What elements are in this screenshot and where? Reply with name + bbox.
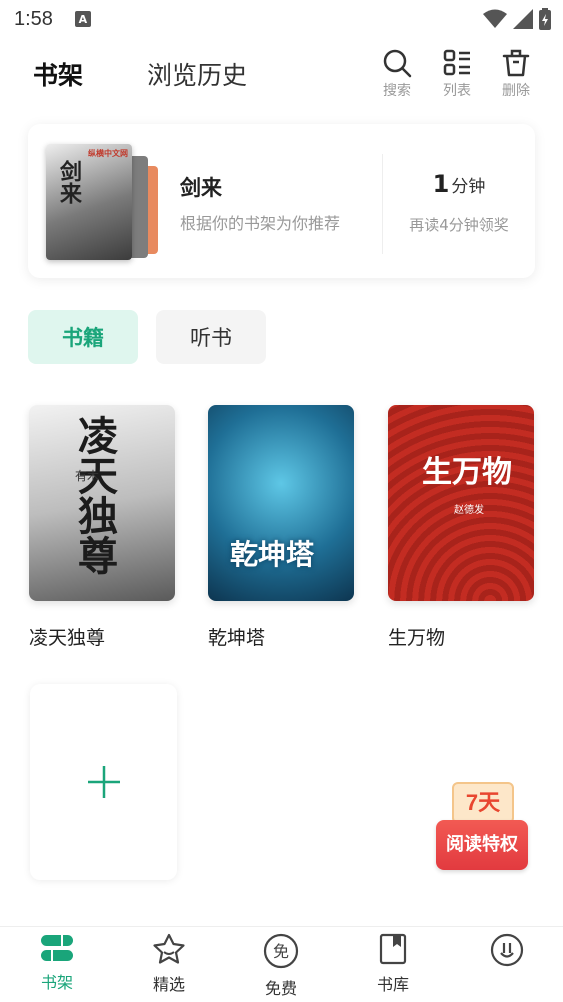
nav-bookshelf[interactable]: 书架 <box>22 933 92 993</box>
promo-days: 7天 <box>452 782 514 824</box>
book-item[interactable]: 生万物 赵德发 生万物 <box>388 405 534 650</box>
notification-badge-icon: A <box>74 11 91 27</box>
tab-bookshelf[interactable]: 书架 <box>33 56 83 92</box>
battery-icon <box>539 8 551 30</box>
reading-minutes-unit: 分钟 <box>451 177 486 197</box>
search-button[interactable]: 搜索 <box>377 48 417 100</box>
status-indicators <box>483 8 551 30</box>
tab-browse-history[interactable]: 浏览历史 <box>147 56 247 92</box>
reading-minutes: 1 <box>432 170 450 198</box>
book-title: 乾坤塔 <box>208 627 266 649</box>
trash-icon <box>502 49 530 77</box>
reading-time[interactable]: 1 分钟 <box>383 170 535 198</box>
nav-free[interactable]: 免 免费 <box>246 933 316 999</box>
book-item[interactable]: 凌天独尊 有木 凌天独尊 <box>29 405 175 650</box>
top-nav: 书架 浏览历史 搜索 列表 删除 <box>0 40 563 106</box>
book-item[interactable]: 乾坤塔 乾坤塔 <box>208 405 354 650</box>
reading-privilege-promo[interactable]: 7天 阅读特权 <box>434 776 530 874</box>
bottom-nav: 书架 精选 免 免费 书库 <box>0 926 563 1002</box>
recommendation-subtitle: 根据你的书架为你推荐 <box>180 214 341 233</box>
book-title: 生万物 <box>388 627 446 649</box>
divider <box>382 154 383 254</box>
nav-featured[interactable]: 精选 <box>134 933 204 995</box>
add-book-button[interactable] <box>30 684 177 880</box>
segment-audiobooks[interactable]: 听书 <box>156 310 266 364</box>
book-title: 凌天独尊 <box>29 627 106 649</box>
recommendation-card[interactable]: 纵横中文网 剑来 剑来 根据你的书架为你推荐 1 分钟 再读4分钟领奖 <box>28 124 535 278</box>
profile-icon <box>490 933 524 967</box>
plus-icon <box>87 766 120 798</box>
promo-label: 阅读特权 <box>436 820 528 870</box>
signal-icon <box>513 9 533 29</box>
list-icon <box>443 49 470 76</box>
search-label: 搜索 <box>383 83 411 99</box>
recommended-book-cover: 纵横中文网 剑来 <box>46 144 132 260</box>
delete-label: 删除 <box>502 83 530 99</box>
segment-books[interactable]: 书籍 <box>28 310 138 364</box>
recommended-book-covers: 纵横中文网 剑来 <box>46 144 161 262</box>
svg-text:免: 免 <box>273 942 289 961</box>
recommended-book-title: 剑来 <box>180 176 222 200</box>
book-cover[interactable]: 凌天独尊 有木 <box>29 405 175 601</box>
star-icon <box>153 933 185 964</box>
list-label: 列表 <box>443 83 471 99</box>
wifi-icon <box>483 9 507 28</box>
status-time: 1:58 <box>14 7 53 30</box>
status-bar: 1:58 A <box>0 0 563 38</box>
free-icon: 免 <box>263 933 299 969</box>
nav-library[interactable]: 书库 <box>358 933 428 995</box>
search-icon <box>383 49 412 78</box>
library-icon <box>379 933 407 965</box>
reward-text[interactable]: 再读4分钟领奖 <box>383 214 535 235</box>
book-cover[interactable]: 乾坤塔 <box>208 405 354 601</box>
delete-button[interactable]: 删除 <box>496 48 536 100</box>
nav-profile[interactable] <box>472 933 542 973</box>
bookshelf-icon <box>41 935 73 961</box>
list-button[interactable]: 列表 <box>437 48 477 100</box>
book-cover[interactable]: 生万物 赵德发 <box>388 405 534 601</box>
